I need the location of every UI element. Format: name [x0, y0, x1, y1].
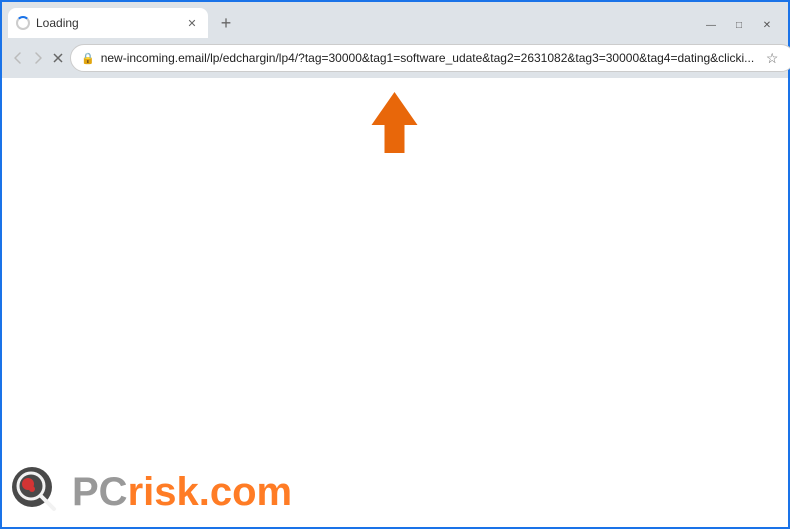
title-bar: Loading ✕ + — □ ✕: [2, 2, 788, 38]
active-tab[interactable]: Loading ✕: [8, 8, 208, 38]
browser-window: Loading ✕ + — □ ✕: [2, 2, 788, 527]
forward-button[interactable]: [30, 44, 46, 72]
tab-title: Loading: [36, 16, 178, 30]
pcrisk-brand-text: PCrisk.com: [72, 472, 292, 512]
content-area: PCrisk.com: [2, 78, 788, 527]
security-icon: 🔒: [81, 52, 95, 65]
reload-button[interactable]: [50, 44, 66, 72]
tab-close-button[interactable]: ✕: [184, 15, 200, 31]
pc-text: PC: [72, 470, 128, 514]
minimize-button[interactable]: —: [698, 12, 724, 38]
bookmark-button[interactable]: ☆: [760, 46, 784, 70]
tab-loading-spinner: [16, 16, 30, 30]
toolbar: 🔒 new-incoming.email/lp/edchargin/lp4/?t…: [2, 38, 788, 78]
annotation-arrow: [368, 90, 423, 160]
pcrisk-logo-icon: [10, 465, 64, 519]
pcrisk-watermark: PCrisk.com: [10, 465, 292, 519]
address-bar[interactable]: 🔒 new-incoming.email/lp/edchargin/lp4/?t…: [70, 44, 790, 72]
tab-strip: Loading ✕ +: [8, 8, 690, 38]
maximize-button[interactable]: □: [726, 12, 752, 38]
close-button[interactable]: ✕: [754, 12, 780, 38]
back-button[interactable]: [10, 44, 26, 72]
risk-text: risk.com: [128, 470, 293, 514]
url-text: new-incoming.email/lp/edchargin/lp4/?tag…: [101, 51, 754, 65]
window-controls: — □ ✕: [690, 8, 788, 38]
new-tab-button[interactable]: +: [212, 9, 240, 37]
